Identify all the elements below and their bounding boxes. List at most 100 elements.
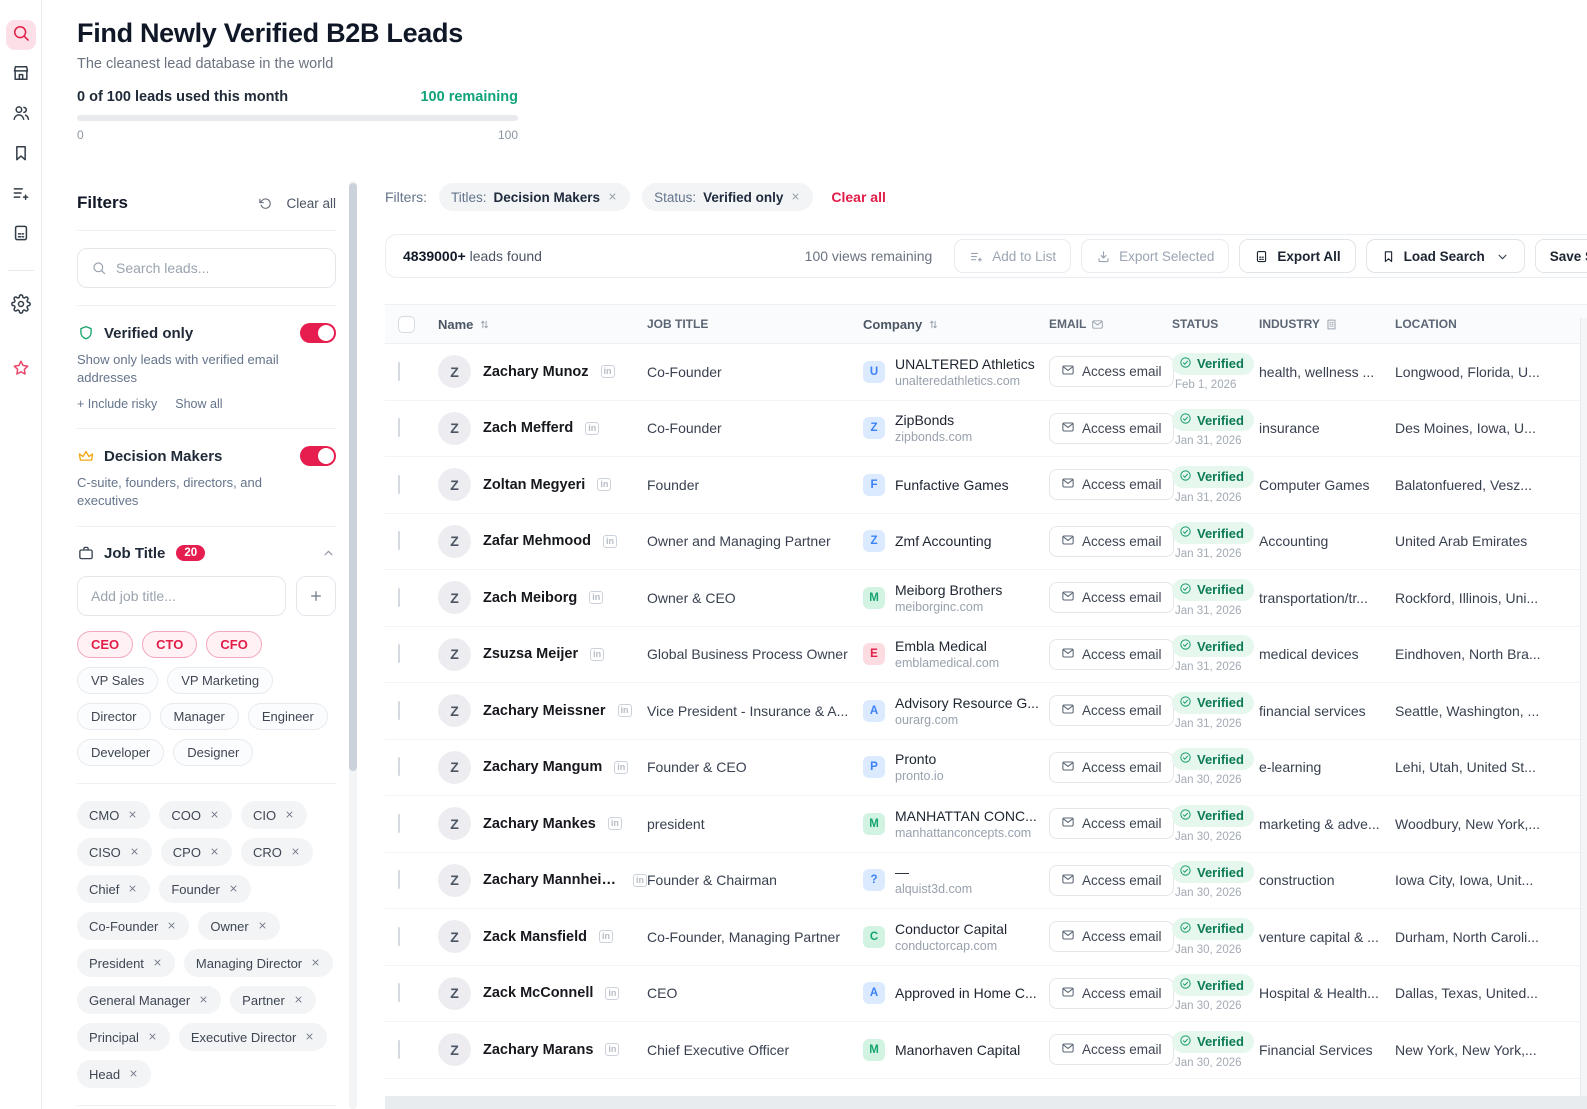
close-icon[interactable] bbox=[152, 956, 163, 971]
lead-name[interactable]: Zach Mefferd bbox=[483, 420, 573, 436]
job-title-pill[interactable]: CEO bbox=[77, 631, 134, 659]
close-icon[interactable] bbox=[310, 956, 321, 971]
job-title-pill[interactable]: CFO bbox=[206, 631, 262, 659]
linkedin-icon[interactable]: in bbox=[617, 704, 632, 718]
lead-name[interactable]: Zafar Mehmood bbox=[483, 533, 591, 549]
reset-filters-icon[interactable] bbox=[257, 196, 272, 211]
access-email-button[interactable]: Access email bbox=[1049, 412, 1174, 444]
company-name[interactable]: Embla Medical bbox=[895, 638, 999, 654]
job-title-tag[interactable]: Managing Director bbox=[183, 949, 334, 978]
close-icon[interactable] bbox=[209, 808, 220, 823]
access-email-button[interactable]: Access email bbox=[1049, 638, 1174, 670]
table-row[interactable]: Z Zach Meiborg in Owner & CEO M Meiborg Broth… bbox=[385, 570, 1587, 627]
close-icon[interactable] bbox=[129, 845, 140, 860]
close-icon[interactable] bbox=[228, 882, 239, 897]
close-icon[interactable] bbox=[293, 993, 304, 1008]
row-checkbox[interactable] bbox=[398, 757, 400, 777]
company-name[interactable]: Funfactive Games bbox=[895, 477, 1009, 493]
close-icon[interactable] bbox=[209, 845, 220, 860]
company-name[interactable]: Meiborg Brothers bbox=[895, 582, 1002, 598]
filter-chip[interactable]: Status: Verified only bbox=[642, 183, 814, 211]
table-row[interactable]: Z Zack Mansfield in Co-Founder, Managing Pa… bbox=[385, 909, 1587, 966]
row-checkbox[interactable] bbox=[398, 361, 400, 381]
lead-name[interactable]: Zach Meiborg bbox=[483, 590, 577, 606]
access-email-button[interactable]: Access email bbox=[1049, 921, 1174, 953]
close-icon[interactable] bbox=[257, 919, 268, 934]
linkedin-icon[interactable]: in bbox=[600, 365, 615, 379]
access-email-button[interactable]: Access email bbox=[1049, 695, 1174, 727]
row-checkbox[interactable] bbox=[398, 587, 400, 607]
rail-item-settings[interactable] bbox=[6, 291, 36, 321]
company-name[interactable]: Advisory Resource G... bbox=[895, 695, 1039, 711]
job-title-pill[interactable]: Engineer bbox=[247, 703, 328, 731]
load-search-button[interactable]: Load Search bbox=[1365, 239, 1525, 273]
lead-name[interactable]: Zachary Munoz bbox=[483, 364, 589, 380]
job-title-pill[interactable]: VP Sales bbox=[77, 667, 159, 695]
row-checkbox[interactable] bbox=[398, 644, 400, 664]
lead-name[interactable]: Zsuzsa Meijer bbox=[483, 646, 578, 662]
company-name[interactable]: MANHATTAN CONC... bbox=[895, 808, 1037, 824]
close-icon[interactable] bbox=[304, 1030, 315, 1045]
access-email-button[interactable]: Access email bbox=[1049, 525, 1174, 557]
select-all-checkbox[interactable] bbox=[398, 315, 415, 333]
table-row[interactable]: Z Zachary Mannheimer in Founder & Chairman?… bbox=[385, 852, 1587, 909]
filter-chip[interactable]: Titles: Decision Makers bbox=[439, 183, 631, 211]
rail-item-list-add[interactable] bbox=[6, 180, 36, 210]
company-name[interactable]: Zmf Accounting bbox=[895, 533, 992, 549]
close-icon[interactable] bbox=[290, 845, 301, 860]
job-title-tag[interactable]: General Manager bbox=[77, 986, 222, 1015]
company-name[interactable]: ZipBonds bbox=[895, 412, 972, 428]
close-icon[interactable] bbox=[127, 882, 138, 897]
lead-name[interactable]: Zachary Mangum bbox=[483, 759, 602, 775]
company-name[interactable]: Pronto bbox=[895, 751, 944, 767]
table-row[interactable]: Z Zoltan Megyeri in Founder F Funfactive Game… bbox=[385, 457, 1587, 514]
company-name[interactable]: Conductor Capital bbox=[895, 921, 1007, 937]
table-vertical-scrollbar[interactable] bbox=[1580, 318, 1587, 1096]
table-row[interactable]: Z Zachary Meissner in Vice President - Insu… bbox=[385, 683, 1587, 740]
access-email-button[interactable]: Access email bbox=[1049, 864, 1174, 896]
job-title-tag[interactable]: President bbox=[77, 949, 175, 978]
job-title-tag[interactable]: Co-Founder bbox=[77, 912, 190, 941]
job-title-pill[interactable]: Designer bbox=[173, 739, 254, 767]
access-email-button[interactable]: Access email bbox=[1049, 469, 1174, 501]
export-selected-button[interactable]: Export Selected bbox=[1081, 239, 1230, 273]
job-title-pill[interactable]: Manager bbox=[159, 703, 239, 731]
linkedin-icon[interactable]: in bbox=[633, 873, 647, 887]
close-icon[interactable] bbox=[284, 808, 295, 823]
linkedin-icon[interactable]: in bbox=[605, 1043, 620, 1057]
lead-name[interactable]: Zachary Mankes bbox=[483, 816, 596, 832]
close-icon[interactable] bbox=[128, 1067, 139, 1082]
close-icon[interactable] bbox=[166, 919, 177, 934]
job-title-pill[interactable]: VP Marketing bbox=[167, 667, 274, 695]
filters-clear-all[interactable]: Clear all bbox=[831, 189, 885, 205]
lead-name[interactable]: Zachary Meissner bbox=[483, 703, 606, 719]
row-checkbox[interactable] bbox=[398, 813, 400, 833]
row-checkbox[interactable] bbox=[398, 418, 400, 438]
save-search-button[interactable]: Save S bbox=[1534, 239, 1587, 273]
access-email-button[interactable]: Access email bbox=[1049, 751, 1174, 783]
job-title-tag[interactable]: CRO bbox=[240, 838, 313, 867]
rail-item-star[interactable] bbox=[6, 355, 36, 385]
job-title-tag[interactable]: Owner bbox=[198, 912, 280, 941]
search-leads-input[interactable] bbox=[116, 260, 322, 276]
company-name[interactable]: Approved in Home C... bbox=[895, 985, 1037, 1001]
row-checkbox[interactable] bbox=[398, 870, 400, 890]
job-title-tag[interactable]: CMO bbox=[77, 801, 151, 830]
lead-name[interactable]: Zack McConnell bbox=[483, 985, 593, 1001]
linkedin-icon[interactable]: in bbox=[614, 760, 629, 774]
table-row[interactable]: Z Zachary Mangum in Founder & CEO P Pronto pro… bbox=[385, 739, 1587, 796]
table-row[interactable]: Z Zachary Marans in Chief Executive Officer… bbox=[385, 1022, 1587, 1079]
table-row[interactable]: Z Zach Mefferd in Co-Founder Z ZipBonds zipbon… bbox=[385, 400, 1587, 457]
linkedin-icon[interactable]: in bbox=[602, 534, 617, 548]
access-email-button[interactable]: Access email bbox=[1049, 977, 1174, 1009]
include-risky-link[interactable]: + Include risky bbox=[77, 397, 157, 411]
decision-makers-toggle[interactable] bbox=[300, 446, 336, 467]
add-job-title-button[interactable] bbox=[296, 576, 336, 617]
row-checkbox[interactable] bbox=[398, 531, 400, 551]
row-checkbox[interactable] bbox=[398, 926, 400, 946]
table-row[interactable]: Z Zachary Munoz in Co-Founder U UNALTERED Ath… bbox=[385, 344, 1587, 401]
job-title-tag[interactable]: Principal bbox=[77, 1023, 170, 1052]
sidebar-clear-all[interactable]: Clear all bbox=[286, 196, 336, 211]
lead-name[interactable]: Zachary Mannheimer bbox=[483, 872, 621, 888]
job-title-pill[interactable]: CTO bbox=[142, 631, 198, 659]
